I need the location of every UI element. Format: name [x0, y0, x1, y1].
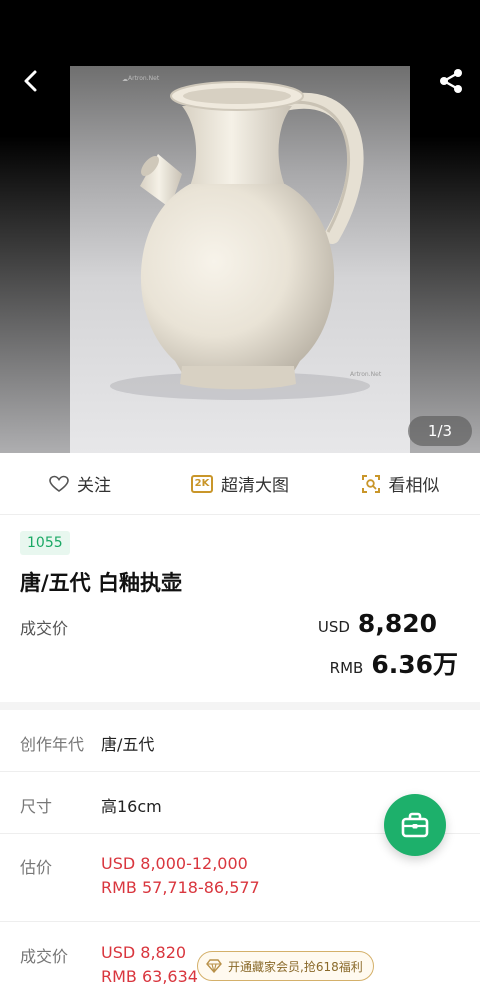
- follow-label: 关注: [77, 476, 111, 496]
- detail-label: 创作年代: [20, 735, 85, 754]
- rmb-price: RMB 6.36万: [330, 645, 458, 681]
- share-icon: [440, 69, 462, 93]
- image-pager: 1/3: [408, 416, 472, 446]
- detail-value: 唐/五代: [101, 735, 155, 754]
- find-similar-button[interactable]: 看相似: [320, 471, 480, 496]
- chevron-left-icon: [24, 70, 37, 92]
- briefcase-fab-button[interactable]: [384, 794, 446, 856]
- estimate-rmb: RMB 57,718-86,577: [101, 878, 260, 897]
- diamond-icon: [206, 959, 222, 973]
- 2k-badge-icon: 2K: [191, 474, 213, 493]
- detail-label: 成交价: [20, 947, 69, 966]
- usd-amount: 8,820: [357, 609, 437, 638]
- lot-title: 唐/五代 白釉执壶: [20, 571, 182, 595]
- follow-button[interactable]: 关注: [0, 471, 160, 496]
- rmb-currency: RMB: [329, 659, 364, 677]
- heart-icon: [49, 475, 69, 492]
- hd-image-button[interactable]: 2K 超清大图: [160, 471, 320, 496]
- usd-currency: USD: [317, 618, 350, 636]
- section-divider: [0, 702, 480, 710]
- lot-number-badge: 1055: [20, 531, 70, 555]
- detail-label: 估价: [20, 858, 53, 877]
- usd-price: USD 8,820: [318, 609, 437, 638]
- rmb-amount: 6.36万: [371, 650, 458, 679]
- detail-label: 尺寸: [20, 797, 53, 816]
- membership-promo-button[interactable]: 开通藏家会员,抢618福利: [197, 951, 374, 981]
- back-button[interactable]: [16, 66, 44, 96]
- sold-usd: USD 8,820: [101, 943, 187, 962]
- hero-image-area[interactable]: ☁ Artron.Net Artron.Net 1/3: [0, 0, 480, 453]
- sold-price-label: 成交价: [20, 619, 69, 638]
- hd-image-label: 超清大图: [221, 476, 289, 496]
- svg-text:Artron.Net: Artron.Net: [350, 371, 382, 378]
- estimate-usd: USD 8,000-12,000: [101, 854, 248, 873]
- watermark: Artron.Net: [128, 75, 160, 82]
- action-bar: 关注 2K 超清大图 看相似: [0, 453, 480, 515]
- find-similar-label: 看相似: [388, 476, 440, 496]
- image-search-icon: [361, 474, 380, 493]
- share-button[interactable]: [436, 66, 466, 96]
- ewer-photo[interactable]: ☁ Artron.Net Artron.Net: [70, 66, 410, 453]
- sold-rmb: RMB 63,634: [101, 967, 198, 986]
- briefcase-icon: [401, 812, 429, 838]
- white-glazed-ewer-image: ☁ Artron.Net: [110, 76, 382, 400]
- promo-text: 开通藏家会员,抢618福利: [228, 959, 363, 974]
- detail-value: 高16cm: [101, 797, 162, 816]
- detail-row-era: 创作年代 唐/五代: [0, 710, 480, 772]
